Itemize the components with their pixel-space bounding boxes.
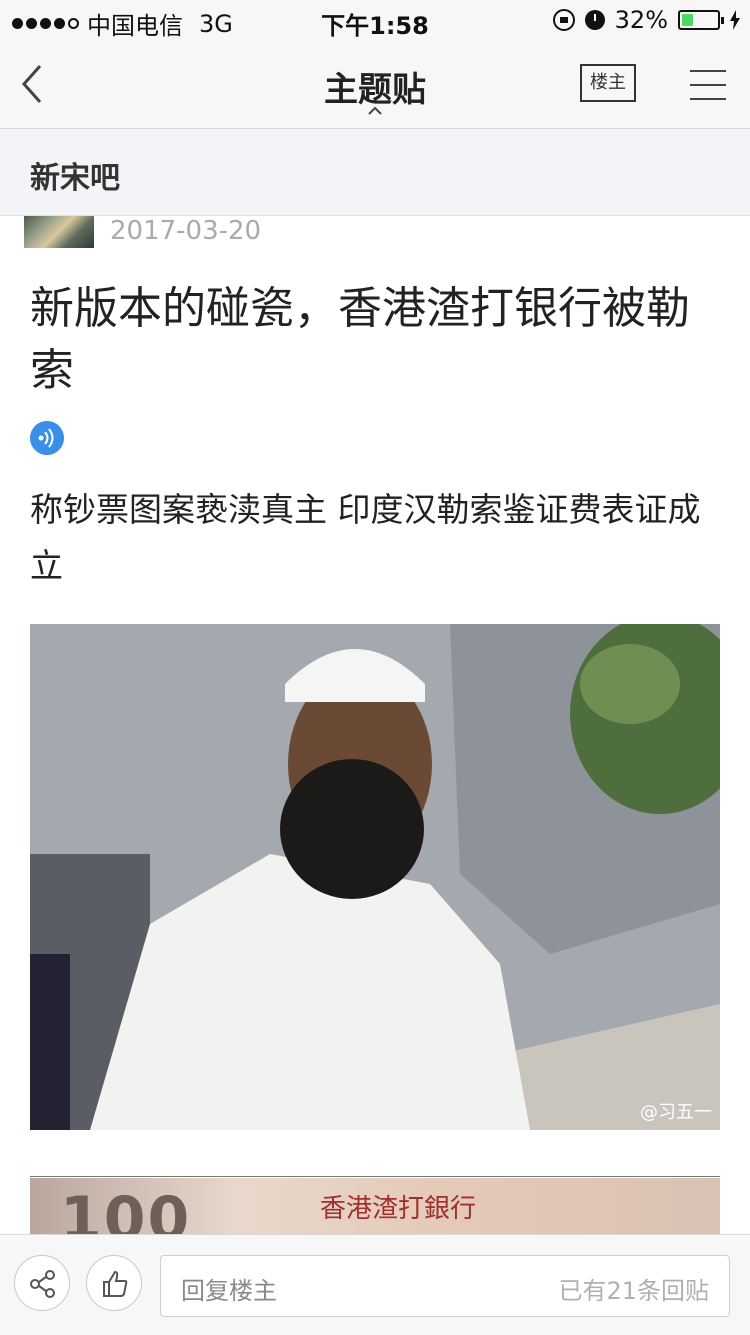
charging-bolt-icon bbox=[730, 10, 740, 30]
banknote-bank-name: 香港渣打銀行 bbox=[320, 1194, 477, 1224]
chevron-up-icon[interactable] bbox=[367, 106, 383, 116]
audio-icon[interactable] bbox=[30, 421, 64, 455]
post-content: 2017-03-20 新版本的碰瓷，香港渣打银行被勒索 称钞票图案亵渎真主 印度… bbox=[0, 216, 750, 1234]
lock-rotation-icon bbox=[552, 9, 575, 31]
status-bar-right: 32% bbox=[552, 6, 740, 34]
post-body-text: 称钞票图案亵渎真主 印度汉勒索鉴证费表证成立 bbox=[30, 490, 701, 585]
forum-name[interactable]: 新宋吧 bbox=[30, 153, 120, 197]
reply-input[interactable]: 回复楼主 已有21条回贴 bbox=[160, 1255, 730, 1317]
navigation-bar: 主题贴 楼主 bbox=[0, 40, 750, 129]
menu-icon[interactable] bbox=[690, 70, 726, 100]
share-icon bbox=[30, 1270, 55, 1298]
post-date: 2017-03-20 bbox=[110, 216, 262, 246]
reply-count: 已有21条回贴 bbox=[558, 1277, 709, 1305]
page-title: 主题贴 bbox=[324, 70, 426, 110]
avatar[interactable] bbox=[24, 216, 94, 248]
forum-header[interactable]: 新宋吧 bbox=[0, 129, 750, 216]
reply-placeholder: 回复楼主 bbox=[181, 1277, 277, 1305]
photo-illustration bbox=[30, 624, 720, 1130]
share-button[interactable] bbox=[14, 1255, 70, 1311]
post-title: 新版本的碰瓷，香港渣打银行被勒索 bbox=[30, 283, 690, 396]
battery-level-fill bbox=[682, 14, 693, 26]
post-image[interactable]: @习五一 bbox=[30, 624, 720, 1130]
like-button[interactable] bbox=[86, 1255, 142, 1311]
banknote-number: 100 bbox=[60, 1184, 192, 1234]
banknote-image[interactable]: 100 香港渣打銀行 bbox=[30, 1178, 720, 1234]
thumbs-up-icon bbox=[103, 1270, 128, 1297]
bottom-action-bar: 回复楼主 已有21条回贴 bbox=[0, 1234, 750, 1335]
image-watermark: @习五一 bbox=[640, 1102, 712, 1123]
alarm-icon bbox=[584, 10, 605, 30]
status-bar: 中国电信 3G 下午1:58 32% bbox=[0, 0, 750, 40]
content-divider bbox=[30, 1176, 720, 1177]
battery-icon bbox=[678, 10, 724, 30]
battery-percent: 32% bbox=[614, 6, 668, 34]
only-op-button[interactable]: 楼主 bbox=[580, 64, 636, 102]
